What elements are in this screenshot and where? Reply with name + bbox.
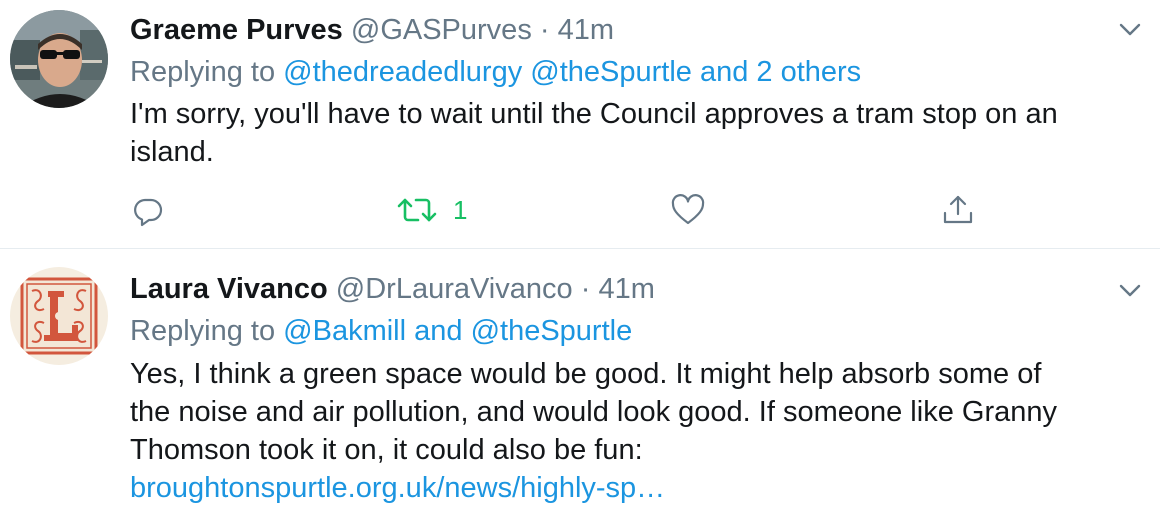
tweet-laura-vivanco[interactable]: Laura Vivanco @DrLauraVivanco · 41m Repl… — [0, 249, 1160, 514]
tweet-text-line: the noise and air pollution, and would l… — [130, 396, 1057, 428]
share-button[interactable] — [940, 188, 976, 232]
tweet-url-link[interactable]: broughtonspurtle.org.uk/news/highly-sp… — [130, 469, 1140, 507]
tweet-text: I'm sorry, you'll have to wait until the… — [130, 95, 1140, 171]
avatar-photo — [10, 10, 108, 108]
replying-to: Replying to @thedreadedlurgy @theSpurtle… — [130, 54, 861, 90]
tweet-header: Graeme Purves @GASPurves · 41m — [130, 12, 614, 48]
separator: · — [580, 273, 591, 305]
chevron-down-icon[interactable] — [1116, 16, 1144, 44]
replying-link-bakmill[interactable]: @Bakmill — [283, 315, 406, 347]
tweet-text-line: Thomson took it on, it could also be fun… — [130, 434, 643, 466]
avatar[interactable] — [10, 10, 108, 108]
chevron-down-icon[interactable] — [1116, 277, 1144, 305]
replying-and: and — [414, 315, 463, 347]
display-name[interactable]: Graeme Purves — [130, 14, 343, 46]
retweet-icon — [397, 198, 437, 222]
tweet-text-line: island. — [130, 136, 214, 168]
replying-to: Replying to @Bakmill and @theSpurtle — [130, 313, 632, 349]
tweet-header: Laura Vivanco @DrLauraVivanco · 41m — [130, 271, 655, 307]
timestamp[interactable]: 41m — [558, 14, 614, 46]
display-name[interactable]: Laura Vivanco — [130, 273, 328, 305]
avatar-illuminated-letter — [10, 267, 108, 365]
tweet-actions: 1 — [0, 188, 1160, 232]
retweet-count: 1 — [453, 194, 468, 225]
reply-button[interactable] — [130, 188, 166, 232]
replying-prefix: Replying to — [130, 315, 276, 347]
tweet-text-line: I'm sorry, you'll have to wait until the… — [130, 98, 1058, 130]
replying-prefix: Replying to — [130, 56, 276, 88]
retweet-button[interactable]: 1 — [397, 188, 467, 232]
replying-link-spurtle[interactable]: @theSpurtle — [471, 315, 633, 347]
tweet-text: Yes, I think a green space would be good… — [130, 355, 1140, 507]
like-icon — [671, 194, 705, 225]
replying-links[interactable]: @thedreadedlurgy @theSpurtle and 2 other… — [283, 56, 861, 88]
handle[interactable]: @DrLauraVivanco — [336, 273, 573, 305]
tweet-text-line: Yes, I think a green space would be good… — [130, 358, 1042, 390]
handle[interactable]: @GASPurves — [351, 14, 532, 46]
timestamp[interactable]: 41m — [598, 273, 654, 305]
reply-icon — [134, 198, 163, 227]
tweet-graeme-purves[interactable]: Graeme Purves @GASPurves · 41m Replying … — [0, 0, 1160, 248]
share-icon — [943, 195, 973, 224]
like-button[interactable] — [670, 188, 706, 232]
avatar[interactable] — [10, 267, 108, 365]
separator: · — [539, 14, 550, 46]
